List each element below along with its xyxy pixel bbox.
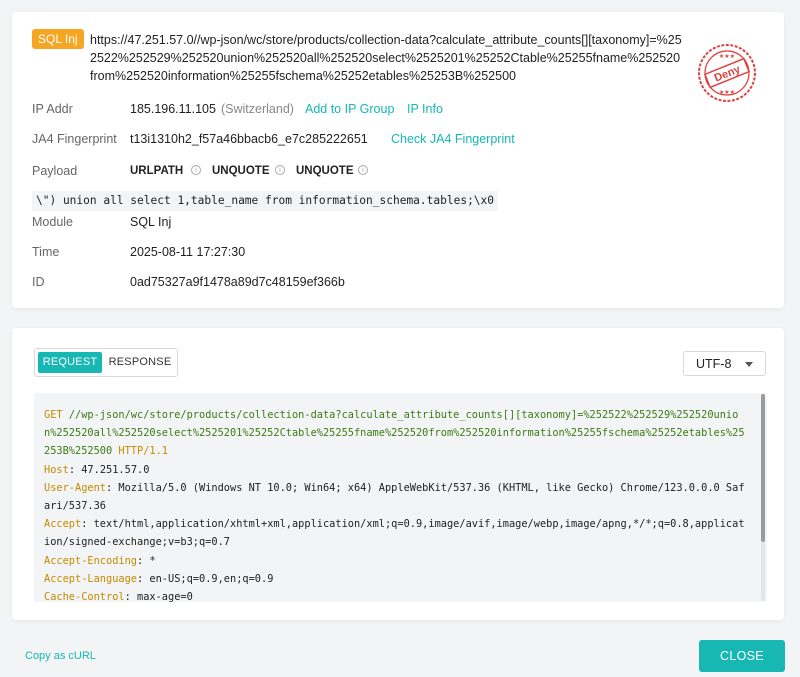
copy-as-curl-link[interactable]: Copy as cURL	[25, 650, 96, 662]
time-value: 2025-08-11 17:27:30	[130, 245, 246, 259]
ip-country: (Switzerland)	[221, 102, 294, 116]
ip-row: IP Addr 185.196.11.105 (Switzerland) Add…	[32, 101, 732, 117]
id-label: ID	[32, 275, 45, 289]
header-value: text/html,application/xhtml+xml,applicat…	[44, 518, 745, 549]
request-body[interactable]: GET //wp-json/wc/store/products/collecti…	[34, 393, 767, 602]
encoding-value: UTF-8	[696, 357, 732, 371]
close-button[interactable]: CLOSE	[699, 640, 785, 672]
request-text: GET //wp-json/wc/store/products/collecti…	[44, 406, 750, 602]
payload-decoder: UNQUOTE	[296, 165, 354, 177]
scrollbar[interactable]	[761, 394, 765, 601]
payload-row: Payload URLPATH i UNQUOTE i UNQUOTE i	[32, 163, 732, 179]
http-panel: REQUEST RESPONSE UTF-8 GET //wp-json/wc/…	[12, 328, 784, 620]
request-response-tabs: REQUEST RESPONSE	[34, 348, 178, 377]
module-row: Module SQL Inj	[32, 214, 732, 230]
payload-label: Payload	[32, 164, 78, 178]
ip-label: IP Addr	[32, 102, 73, 116]
header-key: Accept-Encoding	[44, 554, 137, 567]
ja4-label: JA4 Fingerprint	[32, 132, 117, 146]
ip-value: 185.196.11.105	[130, 102, 216, 116]
svg-text:★★★: ★★★	[719, 53, 735, 60]
header-value: en-US;q=0.9,en;q=0.9	[149, 572, 274, 585]
id-value: 0ad75327a9f1478a89d7c48159ef366b	[130, 275, 345, 289]
request-version: HTTP/1.1	[118, 445, 169, 458]
module-label: Module	[32, 215, 73, 229]
header-line: Host: 47.251.57.0	[44, 463, 150, 476]
deny-stamp-icon: Deny ★★★ ★★★	[698, 44, 756, 102]
ja4-row: JA4 Fingerprint t13i1310h2_f57a46bbacb6_…	[32, 131, 732, 147]
payload-decoder: URLPATH	[130, 165, 184, 177]
attack-type-tag: SQL Inj	[32, 29, 84, 49]
module-value: SQL Inj	[130, 215, 172, 229]
payload-decoder: UNQUOTE	[212, 165, 270, 177]
info-icon[interactable]: i	[191, 165, 201, 175]
ip-info-link[interactable]: IP Info	[407, 101, 443, 117]
encoding-select[interactable]: UTF-8	[683, 351, 766, 376]
header-line: Accept: text/html,application/xhtml+xml,…	[44, 518, 745, 549]
info-icon[interactable]: i	[275, 165, 285, 175]
scrollbar-thumb[interactable]	[761, 394, 765, 542]
time-row: Time 2025-08-11 17:27:30	[32, 244, 732, 260]
header-key: Cache-Control	[44, 591, 125, 602]
check-ja4-link[interactable]: Check JA4 Fingerprint	[391, 131, 515, 147]
header-key: Accept-Language	[44, 572, 137, 585]
payload-sql: \") union all select 1,table_name from i…	[32, 191, 499, 211]
header-value: Mozilla/5.0 (Windows NT 10.0; Win64; x64…	[44, 481, 745, 513]
id-row: ID 0ad75327a9f1478a89d7c48159ef366b	[32, 274, 732, 290]
chevron-down-icon	[745, 362, 753, 367]
header-value: max-age=0	[137, 591, 193, 602]
svg-text:★★★: ★★★	[719, 89, 735, 96]
header-line: Cache-Control: max-age=0	[44, 591, 193, 602]
add-to-ip-group-link[interactable]: Add to IP Group	[305, 101, 394, 117]
tab-response[interactable]: RESPONSE	[107, 352, 173, 373]
header-value: *	[149, 554, 156, 567]
request-line: GET //wp-json/wc/store/products/collecti…	[44, 406, 750, 461]
header-value: 47.251.57.0	[81, 463, 150, 476]
header-key: User-Agent	[44, 481, 106, 494]
time-label: Time	[32, 245, 60, 259]
ja4-value: t13i1310h2_f57a46bbacb6_e7c285222651	[130, 132, 368, 146]
header-line: User-Agent: Mozilla/5.0 (Windows NT 10.0…	[44, 481, 745, 513]
request-url: https://47.251.57.0//wp-json/wc/store/pr…	[90, 33, 682, 83]
request-method: GET	[44, 409, 63, 421]
header-line: Accept-Encoding: *	[44, 554, 156, 567]
tab-request[interactable]: REQUEST	[38, 352, 102, 373]
header-key: Accept	[44, 518, 82, 531]
info-icon[interactable]: i	[358, 165, 368, 175]
event-detail-card: SQL Inj https://47.251.57.0//wp-json/wc/…	[12, 12, 784, 308]
header-key: Host	[44, 463, 69, 476]
header-line: Accept-Language: en-US;q=0.9,en;q=0.9	[44, 572, 274, 585]
